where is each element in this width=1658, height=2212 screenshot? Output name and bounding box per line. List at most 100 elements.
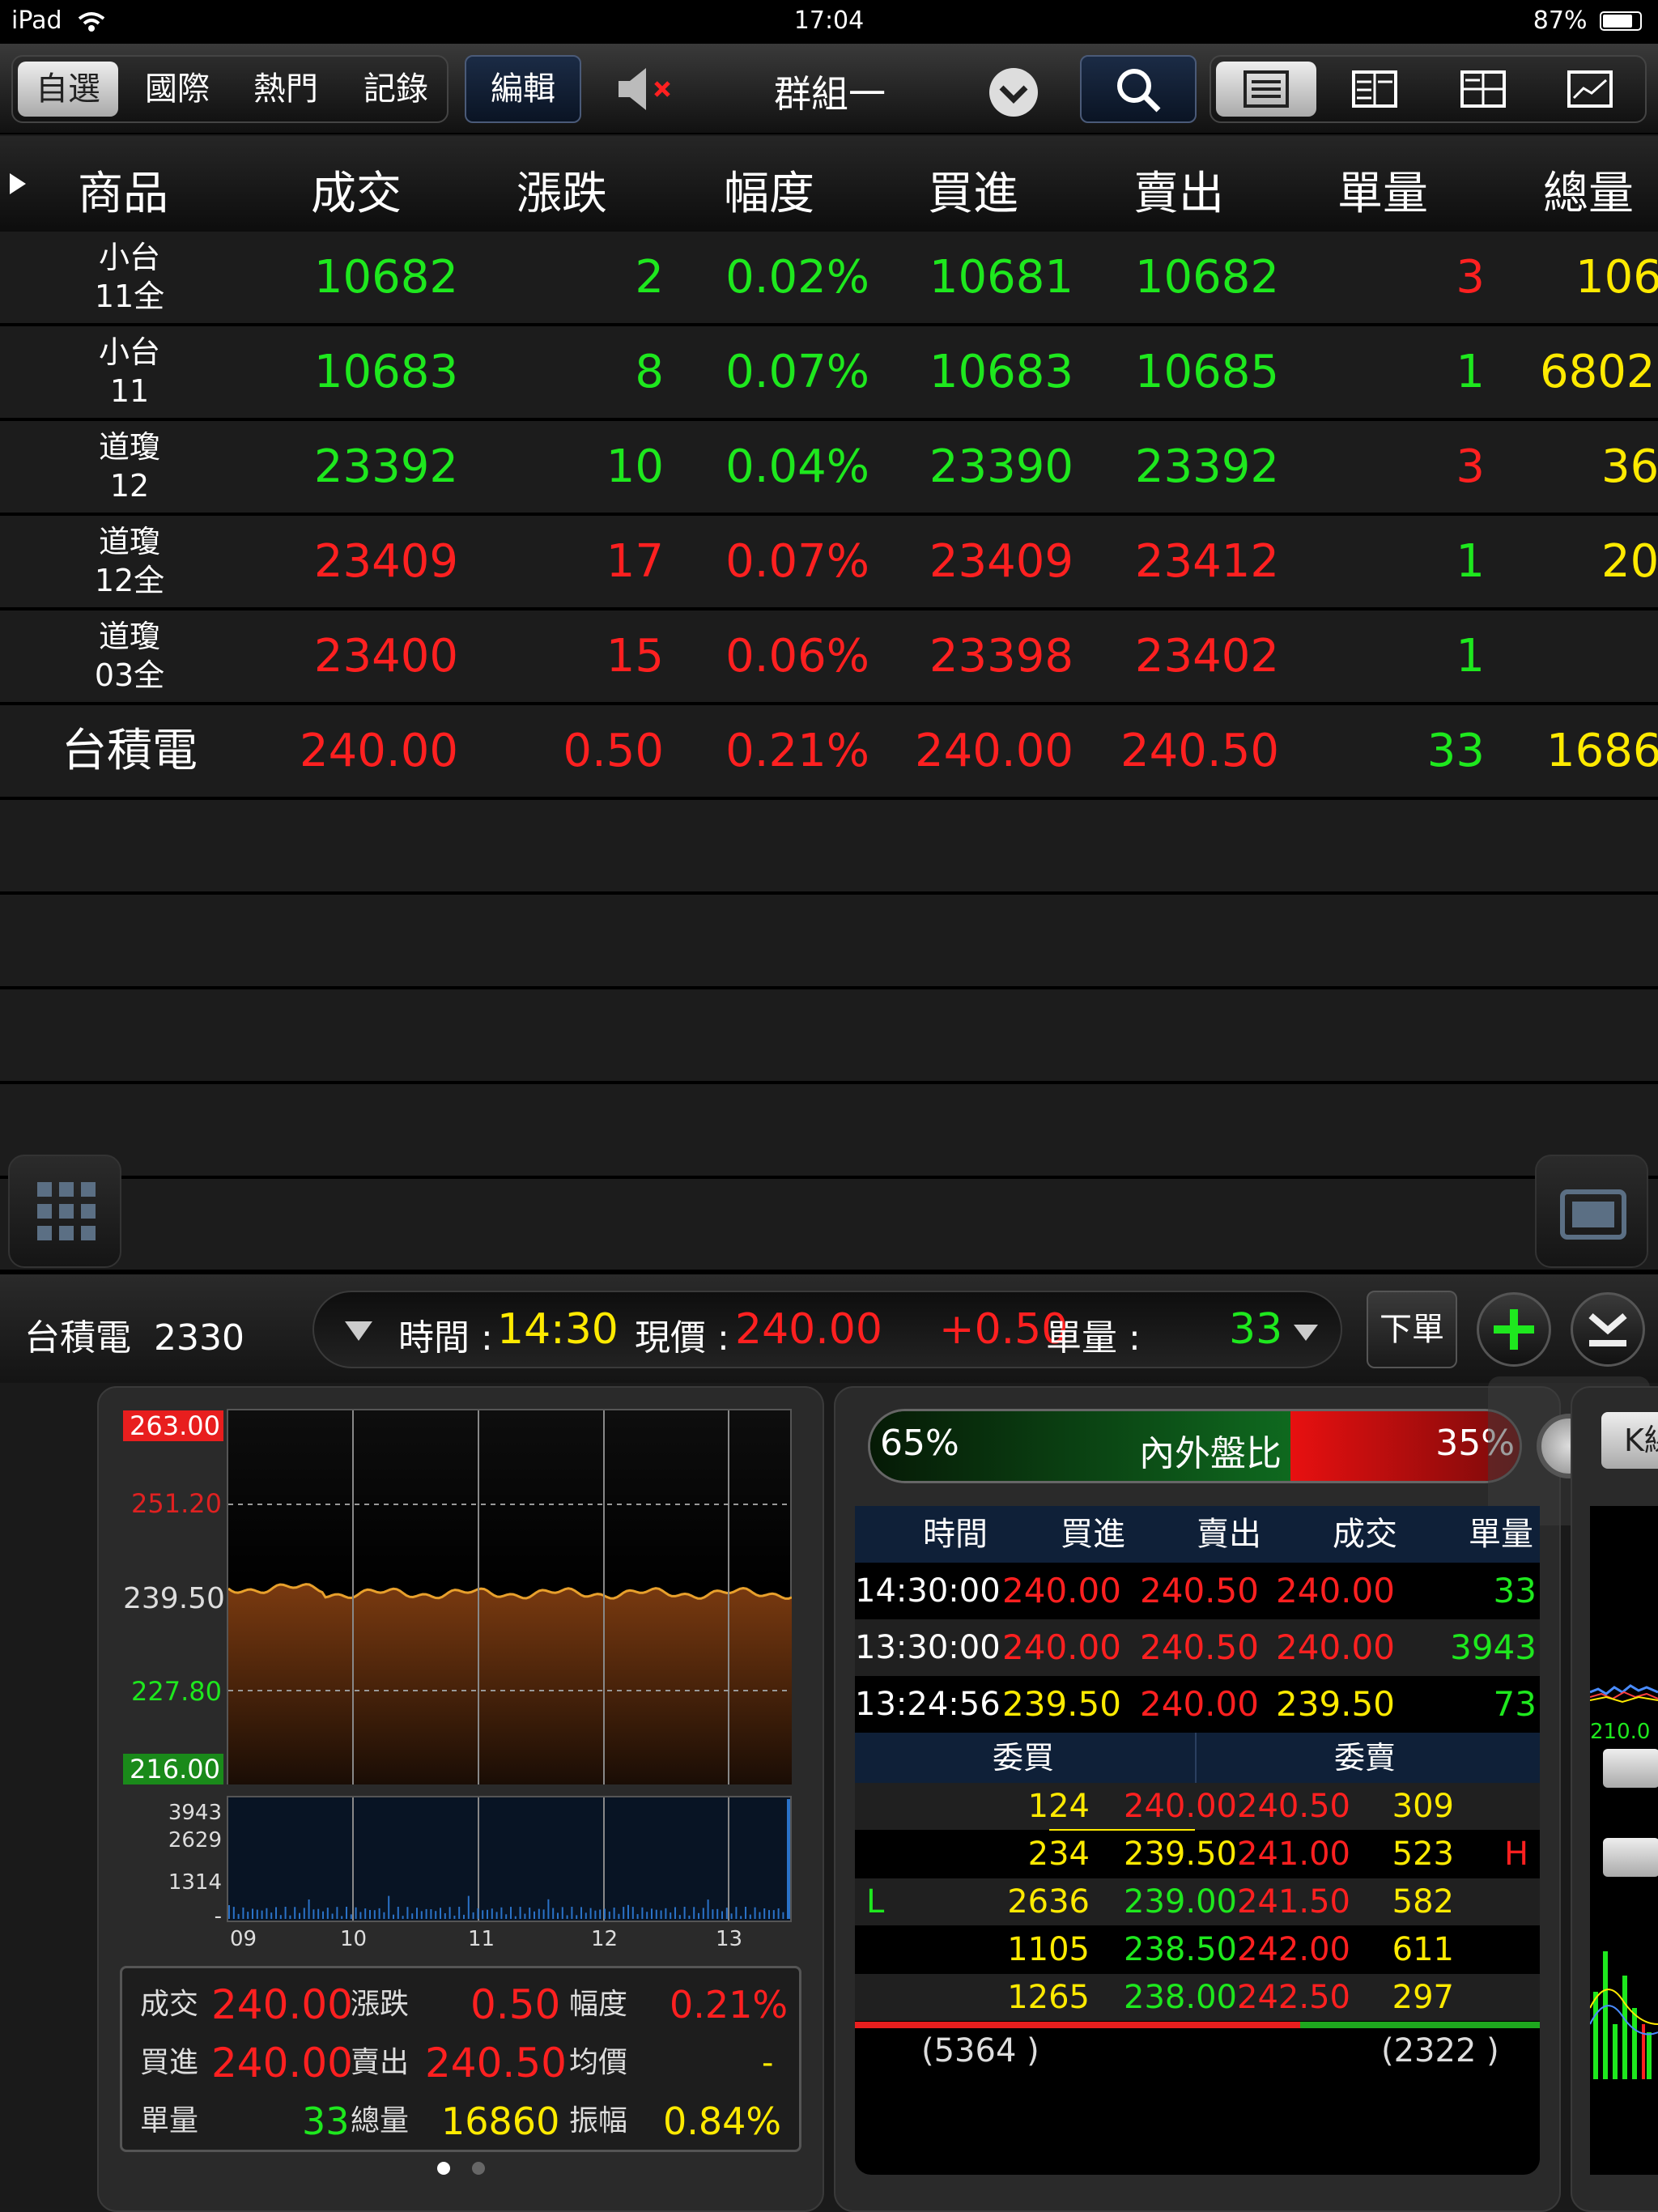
expand-arrow-icon[interactable]	[8, 172, 28, 196]
caret-down-icon	[345, 1321, 372, 1341]
vol-axis-label: -	[214, 1904, 222, 1929]
tab-international[interactable]: 國際	[125, 57, 230, 121]
volume-bar	[538, 1908, 540, 1919]
volume-bar	[346, 1907, 347, 1919]
stat-label: 幅度	[569, 1988, 628, 2021]
tab-hot[interactable]: 熱門	[233, 57, 338, 121]
k-chart-option-button[interactable]	[1603, 1749, 1658, 1788]
view-list-button[interactable]	[1216, 62, 1316, 117]
table-row[interactable]: 道瓊 03全 23400 15 0.06% 23398 23402 1	[0, 610, 1658, 705]
col-header-percent[interactable]: 幅度	[724, 157, 814, 223]
col-header-symbol[interactable]: 商品	[78, 157, 168, 223]
y-min-label: 216.00	[123, 1754, 223, 1784]
grid-menu-button[interactable]	[8, 1155, 121, 1268]
stat-label: 振幅	[569, 2104, 628, 2138]
volume-bar	[373, 1910, 376, 1919]
stat-label: 賣出	[351, 2046, 410, 2079]
volume-bar-chart	[228, 1797, 790, 1921]
order-book-header: 委買 委賣	[855, 1733, 1540, 1783]
volume-bar	[787, 1799, 790, 1919]
volume-bar	[270, 1912, 273, 1919]
tab-watchlist[interactable]: 自選	[18, 62, 118, 117]
volume-bar	[707, 1899, 709, 1919]
volume-bar	[585, 1912, 587, 1919]
table-row[interactable]: 道瓊 12全 23409 17 0.07% 23409 23412 1 20	[0, 516, 1658, 610]
quote-summary-pill[interactable]: 時間 : 14:30 現價 : 240.00 +0.50 單量 : 33	[312, 1291, 1342, 1368]
stats-row: 單量 33 總量 16860 振幅 0.84%	[122, 2093, 804, 2150]
stats-row: 買進 240.00 賣出 240.50 均價 -	[122, 2035, 804, 2091]
clock: 17:04	[793, 6, 865, 35]
ticks-col-bid: 買進	[1061, 1516, 1125, 1553]
edit-button[interactable]: 編輯	[465, 55, 581, 123]
x-label: 12	[591, 1927, 619, 1951]
view-split-button[interactable]	[1323, 57, 1426, 121]
ask-cell: 10682	[1134, 251, 1279, 304]
table-row[interactable]: 台積電 240.00 0.50 0.21% 240.00 240.50 33 1…	[0, 705, 1658, 800]
group-title[interactable]: 群組一	[712, 65, 947, 118]
search-icon	[1117, 69, 1161, 113]
stat-value: 240.00	[211, 1981, 353, 2028]
ask-cell: 23402	[1134, 630, 1279, 683]
col-header-change[interactable]: 漲跌	[517, 157, 607, 223]
volume-bar	[678, 1915, 681, 1919]
table-row[interactable]: 道瓊 12 23392 10 0.04% 23390 23392 3 36	[0, 421, 1658, 516]
toolbar: 自選 國際 熱門 記錄 編輯 群組一	[0, 44, 1658, 134]
volume-bar	[299, 1912, 300, 1919]
volume-bar	[782, 1912, 784, 1919]
table-row[interactable]: 小台 11全 10682 2 0.02% 10681 10682 3 106	[0, 232, 1658, 326]
col-header-total[interactable]: 總量	[1543, 157, 1634, 223]
tick-row: 13:24:56 239.50 240.00 239.50 73	[855, 1676, 1540, 1733]
volume-bar	[252, 1908, 253, 1919]
volume-bar	[303, 1908, 305, 1919]
search-button[interactable]	[1080, 55, 1197, 123]
tab-k-chart[interactable]: K線	[1601, 1412, 1658, 1469]
selected-quote-bar: 台積電 2330 時間 : 14:30 現價 : 240.00 +0.50 單量…	[0, 1273, 1658, 1383]
change-cell: 0.50	[563, 725, 664, 777]
collapse-button[interactable]	[1571, 1292, 1645, 1367]
fullscreen-button[interactable]	[1535, 1155, 1648, 1268]
volume-bar	[449, 1907, 451, 1919]
add-button[interactable]	[1477, 1292, 1551, 1367]
volume-bar	[529, 1908, 531, 1919]
chevron-down-icon	[989, 68, 1038, 117]
volume-bar	[688, 1915, 691, 1919]
col-header-volume[interactable]: 單量	[1337, 157, 1428, 223]
volume-bar	[416, 1908, 418, 1919]
volume-bar	[341, 1916, 343, 1919]
bid-cell: 23390	[929, 440, 1073, 493]
k-chart-option-button[interactable]	[1603, 1838, 1658, 1877]
order-button[interactable]: 下單	[1367, 1291, 1457, 1368]
order-book-row: L 2636 239.00 241.50 582	[855, 1878, 1540, 1925]
price-chart-area: 263.00 251.20 239.50 227.80 216.00 3943 …	[121, 1409, 801, 1951]
total-cell: 1686	[1546, 725, 1658, 777]
col-header-ask[interactable]: 賣出	[1133, 157, 1224, 223]
volume-cell: 1	[1456, 535, 1485, 588]
col-header-price[interactable]: 成交	[311, 157, 402, 223]
tab-history[interactable]: 記錄	[343, 57, 449, 121]
y-label: 227.80	[131, 1676, 222, 1707]
group-dropdown-button[interactable]	[988, 66, 1044, 134]
volume-bar	[576, 1915, 578, 1919]
volume-bar	[482, 1910, 484, 1919]
percent-cell: 0.02%	[725, 251, 869, 304]
quote-table-header: 商品 成交 漲跌 幅度 買進 賣出 單量 總量	[0, 136, 1658, 232]
view-chart-button[interactable]	[1538, 57, 1642, 121]
ask-side-label: 委賣	[1334, 1740, 1397, 1776]
volume-bar	[674, 1907, 676, 1919]
volume-bar	[411, 1913, 414, 1919]
volume-bar	[279, 1915, 282, 1919]
view-grid-button[interactable]	[1431, 57, 1535, 121]
x-label: 11	[468, 1927, 495, 1951]
col-header-bid[interactable]: 買進	[928, 157, 1018, 223]
total-ask-qty: (2322 )	[1381, 2032, 1499, 2069]
page-indicator[interactable]	[437, 2162, 486, 2178]
mute-button[interactable]	[612, 55, 685, 123]
bid-ask-volume-bar	[855, 2022, 1540, 2028]
volume-bar	[266, 1908, 268, 1919]
bid-cell: 23398	[929, 630, 1073, 683]
table-row[interactable]: 小台 11 10683 8 0.07% 10683 10685 1 6802	[0, 326, 1658, 421]
volume-bar	[430, 1909, 432, 1919]
volume-bar	[665, 1908, 667, 1919]
change-cell: 15	[606, 630, 664, 683]
y-max-label: 263.00	[123, 1410, 223, 1441]
